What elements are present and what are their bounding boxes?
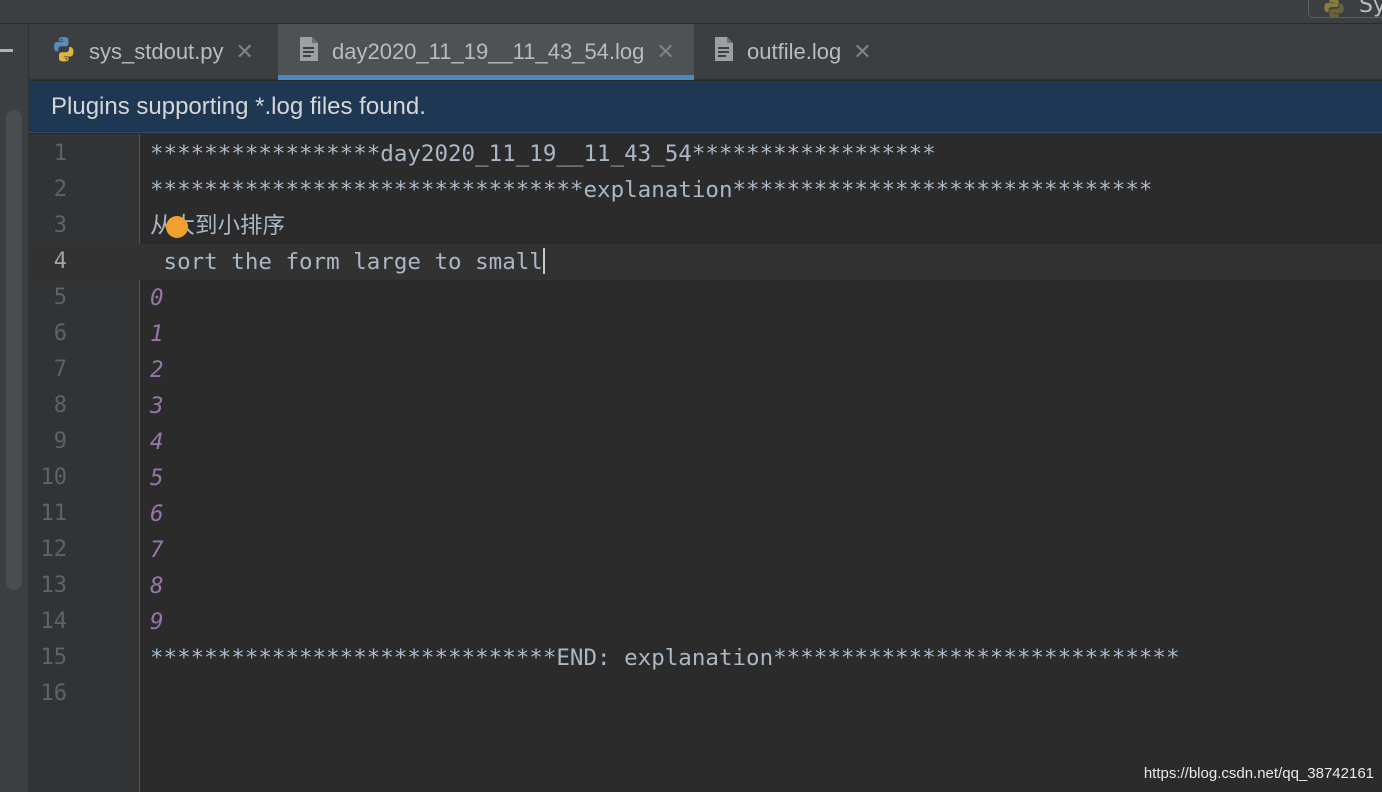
banner-text: Plugins supporting *.log files found.: [51, 93, 426, 120]
tab-label: outfile.log: [747, 39, 842, 64]
plugin-notification-banner[interactable]: Plugins supporting *.log files found.: [29, 81, 1382, 133]
editor-line[interactable]: 11 6: [29, 496, 1382, 532]
code-editor[interactable]: 1 *****************day2020_11_19__11_43_5…: [29, 134, 1382, 792]
line-number: 15: [40, 645, 68, 670]
tab-outfile-log[interactable]: outfile.log ✕: [695, 24, 895, 80]
line-text: 5: [150, 465, 164, 491]
line-number: 4: [53, 249, 67, 274]
editor-line[interactable]: 2 ********************************explana…: [29, 172, 1382, 208]
line-text: 7: [150, 537, 164, 563]
editor-line[interactable]: 16: [29, 676, 1382, 712]
line-text: ********************************explanat…: [150, 177, 1153, 203]
editor-line[interactable]: 12 7: [29, 532, 1382, 568]
editor-line[interactable]: 72: [29, 352, 1382, 388]
run-config-selector[interactable]: Sy: [1308, 0, 1382, 18]
line-text: 0: [150, 285, 164, 311]
line-text: 1: [150, 321, 164, 347]
editor-line[interactable]: 14 9: [29, 604, 1382, 640]
line-number: 1: [53, 141, 67, 166]
left-tool-stripe: [0, 24, 29, 792]
line-number: 3: [53, 213, 67, 238]
line-number: 8: [53, 393, 67, 418]
text-file-icon: [713, 36, 735, 68]
line-text: 4: [150, 429, 164, 455]
caret-anchor: sort the form large to small: [150, 244, 545, 280]
line-text: 8: [150, 573, 164, 599]
editor-line[interactable]: 83: [29, 388, 1382, 424]
project-panel-scrollbar[interactable]: [6, 110, 22, 590]
line-number: 9: [53, 429, 67, 454]
close-icon[interactable]: ✕: [656, 39, 674, 65]
editor-line[interactable]: 50: [29, 280, 1382, 316]
editor-line[interactable]: 4 sort the form large to small sort the …: [29, 244, 1382, 280]
line-number: 16: [40, 681, 68, 706]
run-config-label: Sy: [1359, 0, 1382, 18]
text-caret: [542, 248, 545, 274]
top-toolbar: Sy: [0, 0, 1382, 24]
editor-line[interactable]: 15 ******************************END: exp…: [29, 640, 1382, 676]
line-text: ******************************END: expla…: [150, 645, 1180, 671]
line-number: 12: [40, 537, 68, 562]
close-icon[interactable]: ✕: [236, 39, 254, 65]
line-number: 6: [53, 321, 67, 346]
line-number: 13: [40, 573, 68, 598]
editor-line[interactable]: 94: [29, 424, 1382, 460]
line-text: 9: [150, 609, 164, 635]
tab-sys-stdout-py[interactable]: sys_stdout.py ✕: [29, 24, 277, 80]
close-icon[interactable]: ✕: [853, 39, 871, 65]
editor-line[interactable]: 10 5: [29, 460, 1382, 496]
line-number: 10: [40, 465, 68, 490]
line-number: 7: [53, 357, 67, 382]
line-text: *****************day2020_11_19__11_43_54…: [150, 141, 936, 167]
python-icon: [1324, 0, 1344, 17]
text-file-icon: [298, 36, 320, 68]
line-text: 3: [150, 393, 164, 419]
editor-line[interactable]: 3 从大到小排序: [29, 208, 1382, 244]
minimize-icon[interactable]: [0, 49, 13, 52]
watermark: https://blog.csdn.net/qq_38742161: [1143, 765, 1374, 782]
editor-line[interactable]: 1 *****************day2020_11_19__11_43_5…: [29, 136, 1382, 172]
line-number: 5: [53, 285, 67, 310]
editor-line[interactable]: 61: [29, 316, 1382, 352]
line-number: 2: [53, 177, 67, 202]
line-text: 2: [150, 357, 164, 383]
line-number: 11: [40, 501, 68, 526]
tab-day2020-log[interactable]: day2020_11_19__11_43_54.log ✕: [278, 24, 694, 80]
editor-line[interactable]: 13 8: [29, 568, 1382, 604]
editor-tab-bar: sys_stdout.py ✕ day2020_11_19__11_43_54.…: [29, 24, 1382, 80]
python-file-icon: [51, 35, 77, 69]
tab-label: day2020_11_19__11_43_54.log: [332, 39, 645, 64]
line-number: 14: [40, 609, 68, 634]
tab-label: sys_stdout.py: [89, 39, 224, 64]
line-text: 6: [150, 501, 164, 527]
cursor-marker-icon: [166, 216, 188, 238]
ide-window: Sy sys_stdout.py ✕: [0, 0, 1382, 792]
